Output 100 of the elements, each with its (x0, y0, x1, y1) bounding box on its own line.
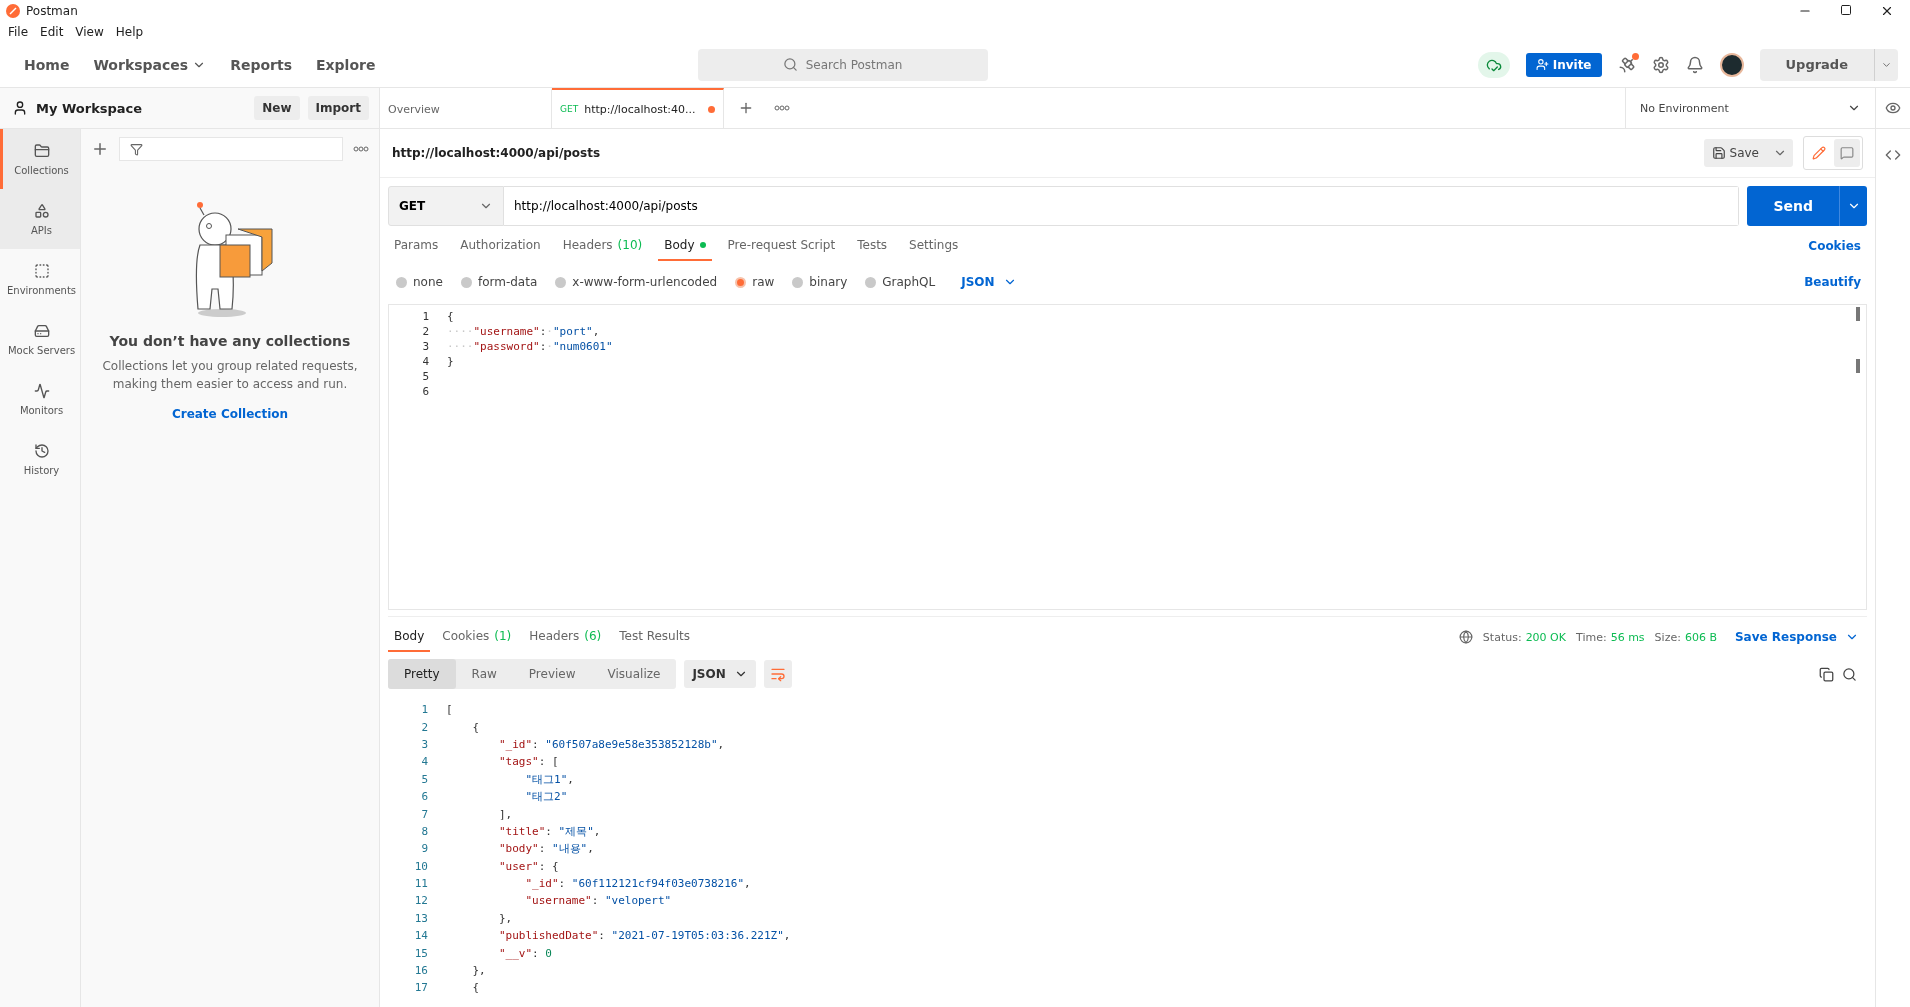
comments-button[interactable] (1834, 139, 1860, 167)
response-tab[interactable]: Headers (6) (523, 622, 608, 652)
response-tab[interactable]: Body (388, 622, 431, 652)
view-tab[interactable]: Preview (512, 659, 592, 689)
request-tab[interactable]: GET http://localhost:40... (552, 88, 724, 128)
code-line: }, (497, 911, 513, 925)
request-option-tab[interactable]: Settings (903, 231, 965, 261)
line-number: 13 (413, 911, 429, 925)
request-body-editor[interactable]: 1 { 2 ····"username":·"port", 3 ····"password":·"num0601" 4 } 5 6 (388, 304, 1867, 610)
cookies-link[interactable]: Cookies (1802, 238, 1867, 254)
search-icon (782, 57, 798, 72)
code-line: { (471, 981, 480, 995)
filter-field[interactable] (119, 137, 343, 161)
sidebar-item[interactable]: History (0, 429, 80, 489)
new-tab-icon[interactable] (738, 100, 754, 116)
line-number: 11 (413, 877, 429, 891)
add-icon[interactable] (91, 140, 109, 158)
menu-item[interactable]: Edit (40, 25, 64, 39)
notifications-icon[interactable] (1685, 55, 1704, 74)
response-tab[interactable]: Cookies (1) (436, 622, 518, 652)
body-mode-radio[interactable]: raw (735, 275, 775, 289)
eye-icon[interactable] (1885, 100, 1901, 116)
satellite-icon[interactable] (1617, 55, 1636, 74)
code-line: "__v": 0 (497, 946, 552, 960)
sidebar-item[interactable]: Monitors (0, 369, 80, 429)
nav-link[interactable]: Reports (218, 50, 304, 79)
code-line: { (471, 720, 480, 734)
new-button[interactable]: New (254, 96, 300, 120)
menu-item[interactable]: View (75, 25, 104, 39)
request-option-tab[interactable]: Tests (851, 231, 894, 261)
wrap-text-icon (769, 666, 786, 682)
line-number: 3 (421, 340, 430, 353)
response-tab[interactable]: Test Results (613, 622, 696, 652)
code-line: "title": "제목", (497, 823, 601, 839)
body-mode-radio[interactable]: binary (792, 275, 848, 289)
nav-link[interactable]: Workspaces (81, 50, 219, 79)
sidebar-item[interactable]: APIs (0, 189, 80, 249)
body-mode-radio[interactable]: GraphQL (865, 275, 936, 289)
url-field[interactable]: http://localhost:4000/api/posts (504, 186, 1740, 226)
code-icon[interactable] (1885, 147, 1901, 163)
request-option-tab[interactable]: Authorization (454, 231, 547, 261)
folder-icon (33, 142, 50, 159)
request-option-tab[interactable]: Body (658, 231, 712, 261)
line-number: 10 (413, 859, 429, 873)
nav-link[interactable]: Explore (304, 50, 388, 79)
format-select[interactable]: JSON (953, 268, 1025, 296)
import-button[interactable]: Import (307, 96, 369, 120)
line-number: 4 (420, 755, 429, 769)
request-option-tab[interactable]: Headers (10) (556, 231, 649, 261)
code-line: [ (446, 703, 453, 717)
view-tab[interactable]: Visualize (591, 659, 677, 689)
line-number: 6 (421, 385, 430, 398)
create-collection-link[interactable]: Create Collection (171, 407, 289, 421)
code-line: } (447, 355, 454, 368)
view-tab[interactable]: Pretty (388, 659, 456, 689)
empty-description: Collections let you group related requests, making them easier to access and run. (101, 358, 359, 393)
response-format-select[interactable]: JSON (684, 660, 756, 688)
line-number: 2 (421, 325, 430, 338)
line-number: 1 (420, 703, 429, 717)
cloud-sync-button[interactable] (1477, 51, 1510, 78)
code-line: "_id": "60f507a8e9e58e353852128b", (497, 737, 725, 751)
search-field[interactable]: Search Postman (697, 48, 988, 81)
body-mode-radio[interactable]: x-www-form-urlencoded (555, 275, 718, 289)
sidebar-item[interactable]: Environments (0, 249, 80, 309)
settings-icon[interactable] (1651, 55, 1670, 74)
line-number: 14 (413, 929, 429, 943)
line-number: 2 (420, 720, 429, 734)
body-mode-radio[interactable]: none (396, 275, 443, 289)
maximize-icon[interactable] (1840, 4, 1852, 16)
nav-link[interactable]: Home (12, 50, 82, 79)
close-icon[interactable] (1880, 4, 1894, 18)
sidebar-item[interactable]: Mock Servers (0, 309, 80, 369)
more-icon[interactable] (353, 146, 369, 152)
body-mode-radio[interactable]: form-data (460, 275, 538, 289)
invite-button[interactable]: Invite (1525, 52, 1602, 77)
response-stat: Time: 56 ms (1576, 630, 1645, 644)
pencil-icon (1812, 146, 1826, 160)
comment-icon (1840, 146, 1854, 160)
server-icon (33, 322, 50, 339)
request-option-tab[interactable]: Pre-request Script (721, 231, 842, 261)
beautify-link[interactable]: Beautify (1798, 274, 1867, 290)
search-placeholder: Search Postman (805, 57, 903, 72)
add-user-icon (1535, 58, 1549, 71)
avatar[interactable] (1719, 52, 1744, 77)
more-icon[interactable] (774, 105, 790, 111)
workspace-name[interactable]: My Workspace (36, 100, 143, 116)
view-tab[interactable]: Raw (455, 659, 513, 689)
wrap-lines-button[interactable] (763, 660, 792, 688)
code-line: "태그1", (524, 771, 574, 787)
save-response-button[interactable]: Save Response (1726, 623, 1867, 651)
copy-icon[interactable] (1819, 666, 1834, 682)
history-icon (33, 442, 50, 459)
menu-item[interactable]: Help (115, 25, 144, 39)
sidebar-item[interactable]: Collections (0, 129, 80, 189)
method-select[interactable]: GET (388, 186, 504, 226)
menu-item[interactable]: File (8, 25, 29, 39)
search-icon[interactable] (1842, 666, 1857, 682)
request-option-tab[interactable]: Params (388, 231, 445, 261)
user-icon (12, 100, 28, 116)
line-number: 16 (413, 964, 429, 978)
